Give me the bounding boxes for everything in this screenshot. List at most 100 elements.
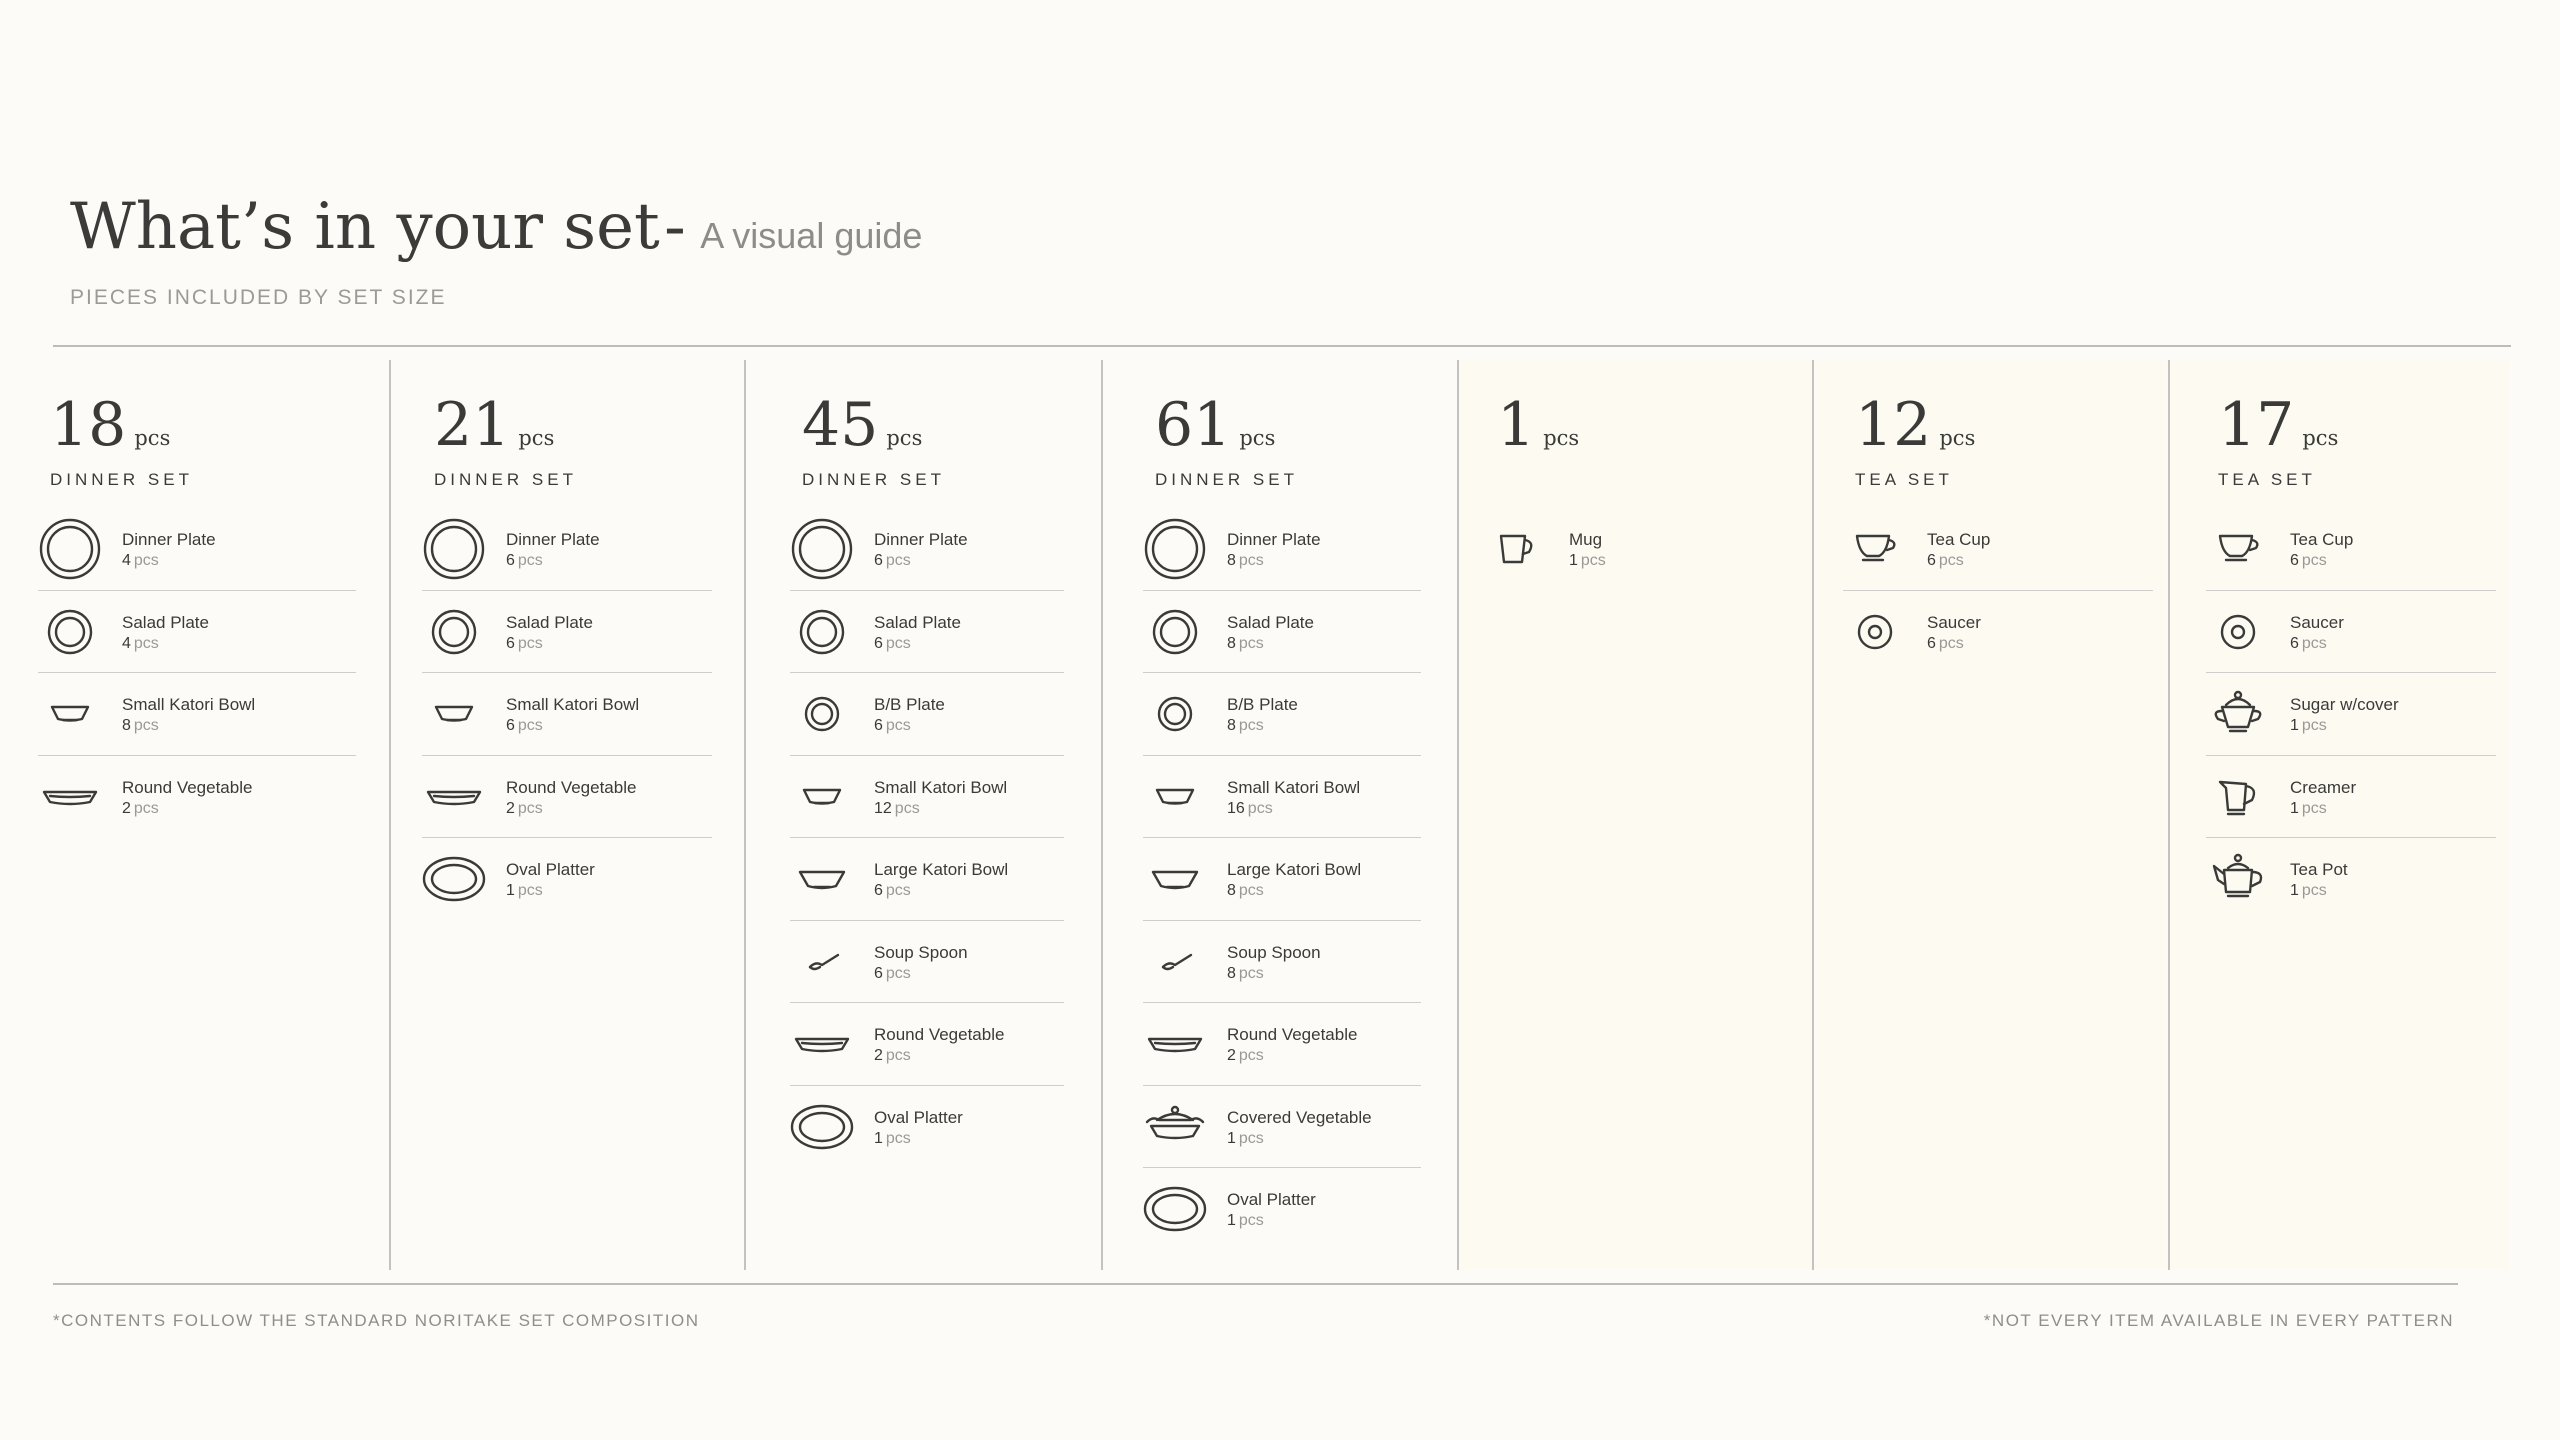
set-item-list: Tea Cup 6 pcs Saucer 6 pcs (1843, 508, 2153, 673)
column-divider (389, 360, 391, 1270)
item-quantity: 1 pcs (2290, 800, 2327, 818)
set-type-label: DINNER SET (50, 470, 193, 489)
item-name: Dinner Plate (874, 530, 968, 549)
set-count-number: 12 (1855, 390, 1932, 460)
set-count-unit: pcs (134, 426, 171, 450)
item-name: Small Katori Bowl (122, 695, 256, 714)
soup-spoon-icon (1143, 931, 1207, 993)
set-item: Dinner Plate 6 pcs (790, 508, 1064, 591)
set-item: B/B Plate 8 pcs (1143, 673, 1421, 756)
item-name: Dinner Plate (1227, 530, 1321, 549)
set-item: Tea Cup 6 pcs (2206, 508, 2496, 591)
item-quantity-unit: pcs (133, 799, 159, 817)
set-item: Oval Platter 1 pcs (422, 838, 712, 921)
saucer-icon (1843, 601, 1907, 663)
set-type-label: TEA SET (2218, 470, 2316, 489)
set-item: Tea Pot 1 pcs (2206, 838, 2496, 921)
item-quantity-unit: pcs (1238, 1212, 1264, 1229)
item-quantity: 1 pcs (1227, 1212, 1264, 1230)
item-quantity-value: 12 (874, 799, 892, 817)
large-bowl-icon (1143, 848, 1207, 910)
item-quantity-value: 6 (874, 717, 883, 734)
column-divider (1812, 360, 1814, 1270)
item-quantity-value: 1 (2290, 799, 2299, 817)
item-quantity-unit: pcs (1938, 552, 1964, 569)
item-name: Salad Plate (874, 612, 961, 632)
set-item: Saucer 6 pcs (2206, 591, 2496, 673)
set-column: 18 pcs DINNER SET Dinner Plate 4 pcs Salad Pla… (38, 360, 370, 1270)
dinner-plate-icon (38, 518, 102, 580)
set-item: Round Vegetable 2 pcs (38, 756, 356, 839)
set-item: Creamer 1 pcs (2206, 756, 2496, 838)
item-quantity: 6 pcs (874, 882, 911, 900)
item-quantity-unit: pcs (1238, 964, 1264, 982)
item-quantity-unit: pcs (885, 1047, 911, 1064)
item-quantity: 6 pcs (1927, 552, 1964, 570)
set-column: 61 pcs DINNER SET Dinner Plate 8 pcs Salad Pla… (1117, 360, 1435, 1270)
item-quantity-value: 1 (1569, 552, 1578, 569)
set-column: 21 pcs DINNER SET Dinner Plate 6 pcs Salad Pla… (406, 360, 726, 1270)
set-column: 1 pcs Mug 1 pcs (1460, 360, 1812, 1270)
set-item-list: Dinner Plate 4 pcs Salad Plate 4 pcs Small Kat… (38, 508, 356, 838)
item-name: Tea Pot (2290, 860, 2348, 879)
set-item: Round Vegetable 2 pcs (790, 1003, 1064, 1086)
set-count-number: 17 (2218, 390, 2295, 460)
dinner-plate-icon (422, 518, 486, 580)
column-divider (1101, 360, 1103, 1270)
item-quantity-value: 8 (1227, 964, 1236, 982)
item-quantity-value: 6 (2290, 552, 2299, 569)
set-item: Oval Platter 1 pcs (1143, 1168, 1421, 1251)
item-name: Saucer (1927, 612, 1981, 632)
set-count-unit: pcs (886, 426, 923, 450)
set-column: 12 pcs TEA SET Tea Cup 6 pcs Saucer 6 pcs (1815, 360, 2167, 1270)
item-name: Dinner Plate (506, 530, 600, 549)
item-quantity: 2 pcs (506, 800, 543, 818)
set-type-label: DINNER SET (1155, 470, 1298, 489)
item-name: Small Katori Bowl (506, 695, 640, 714)
item-quantity-value: 2 (122, 799, 131, 817)
item-name: Large Katori Bowl (1227, 860, 1362, 879)
item-name: Covered Vegetable (1227, 1107, 1372, 1127)
round-vegetable-icon (1143, 1013, 1207, 1075)
set-item: Dinner Plate 8 pcs (1143, 508, 1421, 591)
oval-platter-icon (790, 1096, 854, 1158)
item-name: Salad Plate (506, 612, 593, 632)
item-quantity-unit: pcs (1238, 552, 1264, 569)
set-item: Small Katori Bowl 6 pcs (422, 673, 712, 756)
item-quantity: 6 pcs (506, 552, 543, 570)
set-guide-page: What’s in your set - A visual guide PIEC… (0, 0, 2560, 1440)
item-name: Dinner Plate (122, 530, 216, 549)
page-subtitle: A visual guide (700, 215, 923, 256)
item-quantity: 1 pcs (2290, 717, 2327, 735)
item-quantity-unit: pcs (133, 634, 159, 652)
item-quantity-unit: pcs (517, 799, 543, 817)
item-quantity: 2 pcs (1227, 1047, 1264, 1065)
saucer-icon (2206, 601, 2270, 663)
item-quantity-value: 8 (1227, 717, 1236, 734)
footnote-left: *CONTENTS FOLLOW THE STANDARD NORITAKE S… (53, 1311, 700, 1330)
item-quantity-value: 2 (874, 1047, 883, 1064)
oval-platter-icon (1143, 1178, 1207, 1240)
item-quantity-value: 4 (122, 634, 131, 652)
item-quantity-unit: pcs (1238, 882, 1264, 899)
item-quantity-value: 2 (1227, 1047, 1236, 1064)
item-quantity-unit: pcs (2301, 799, 2327, 817)
tea-cup-icon (1843, 518, 1907, 580)
item-name: Salad Plate (1227, 612, 1314, 632)
page-title: What’s in your set - A visual guide (70, 190, 922, 264)
item-quantity-unit: pcs (1238, 1129, 1264, 1147)
item-name: Salad Plate (122, 612, 209, 632)
column-divider (744, 360, 746, 1270)
item-quantity: 6 pcs (874, 717, 911, 735)
set-count: 17 pcs (2218, 390, 2338, 460)
set-item: Small Katori Bowl 8 pcs (38, 673, 356, 756)
item-name: Mug (1569, 530, 1603, 549)
item-quantity-unit: pcs (2301, 717, 2327, 734)
mug-icon (1485, 518, 1549, 580)
set-item: Large Katori Bowl 6 pcs (790, 838, 1064, 921)
item-quantity-value: 1 (2290, 882, 2299, 899)
soup-spoon-icon (790, 931, 854, 993)
item-quantity-value: 6 (2290, 634, 2299, 652)
item-name: Oval Platter (874, 1107, 963, 1127)
set-item-list: Tea Cup 6 pcs Saucer 6 pcs Sugar w/cover 1 pcs Cr… (2206, 508, 2496, 921)
